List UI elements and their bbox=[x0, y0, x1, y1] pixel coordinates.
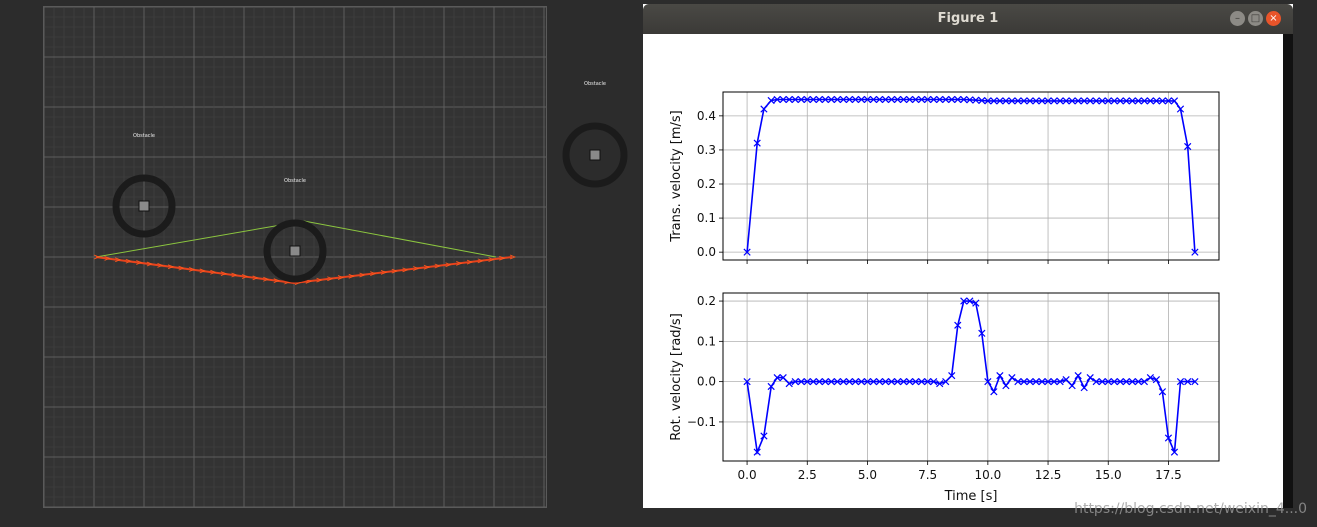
data-point bbox=[1002, 382, 1010, 390]
x-tick-label: 12.5 bbox=[1035, 468, 1062, 482]
minimize-button[interactable]: – bbox=[1230, 11, 1245, 26]
obstacle-marker bbox=[289, 245, 301, 257]
x-tick-label: 5.0 bbox=[858, 468, 877, 482]
obstacle-label: Obstacle bbox=[284, 178, 306, 184]
series-line bbox=[746, 98, 1196, 253]
obstacle-label: Obstacle bbox=[584, 81, 606, 87]
data-point bbox=[1068, 382, 1076, 390]
simulation-viewport[interactable]: Obstacle Obstacle bbox=[43, 6, 547, 508]
data-point bbox=[1080, 384, 1088, 392]
y-tick-label: 0.4 bbox=[697, 109, 716, 123]
y-axis-label: Rot. velocity [rad/s] bbox=[669, 313, 684, 441]
window-edge bbox=[1283, 34, 1293, 508]
simulation-canvas bbox=[44, 7, 546, 507]
x-tick-label: 2.5 bbox=[798, 468, 817, 482]
y-axis-label: Trans. velocity [m/s] bbox=[669, 110, 684, 243]
obstacle-label: Obstacle bbox=[133, 133, 155, 139]
series-line bbox=[746, 300, 1195, 456]
figure-window[interactable]: Figure 1 – □ × 0.0 0.1 0.2 0.3 0.4 Trans. vel… bbox=[643, 4, 1293, 508]
x-tick-label: 7.5 bbox=[918, 468, 937, 482]
y-tick-label: 0.0 bbox=[697, 245, 716, 259]
data-point bbox=[1008, 373, 1016, 382]
axes-frame bbox=[722, 91, 1220, 261]
obstacle-marker bbox=[562, 122, 628, 188]
data-point bbox=[1074, 371, 1082, 380]
grid bbox=[44, 7, 546, 507]
y-tick-label: 0.0 bbox=[697, 375, 716, 389]
maximize-button[interactable]: □ bbox=[1248, 11, 1263, 26]
data-point bbox=[990, 388, 998, 396]
window-title: Figure 1 bbox=[937, 11, 999, 26]
y-tick-label: 0.2 bbox=[697, 177, 716, 191]
figure-canvas: 0.0 0.1 0.2 0.3 0.4 Trans. velocity [m/s] 0.0 2… bbox=[669, 91, 1220, 504]
y-tick-label: 0.2 bbox=[697, 294, 716, 308]
axes-frame bbox=[722, 292, 1220, 462]
y-tick-label: 0.1 bbox=[697, 211, 716, 225]
obstacle-marker bbox=[138, 200, 150, 212]
close-button[interactable]: × bbox=[1266, 11, 1281, 26]
trans-velocity-chart: 0.0 0.1 0.2 0.3 0.4 Trans. velocity [m/s] bbox=[669, 91, 1220, 264]
watermark: https://blog.csdn.net/weixin_4...0 bbox=[1074, 501, 1307, 517]
y-tick-label: 0.1 bbox=[697, 334, 716, 348]
x-tick-label: 15.0 bbox=[1095, 468, 1122, 482]
window-titlebar[interactable]: Figure 1 – □ × bbox=[643, 4, 1293, 34]
x-tick-label: 17.5 bbox=[1155, 468, 1182, 482]
y-tick-label: 0.3 bbox=[697, 143, 716, 157]
x-axis-label: Time [s] bbox=[944, 489, 998, 504]
y-tick-label: −0.1 bbox=[687, 415, 716, 429]
x-tick-label: 10.0 bbox=[974, 468, 1001, 482]
data-point bbox=[1086, 373, 1094, 382]
rot-velocity-chart: 0.0 2.5 5.0 7.5 10.0 12.5 15.0 17.5 −0.1 0.0 0.1 0.… bbox=[669, 292, 1220, 504]
x-tick-label: 0.0 bbox=[738, 468, 757, 482]
